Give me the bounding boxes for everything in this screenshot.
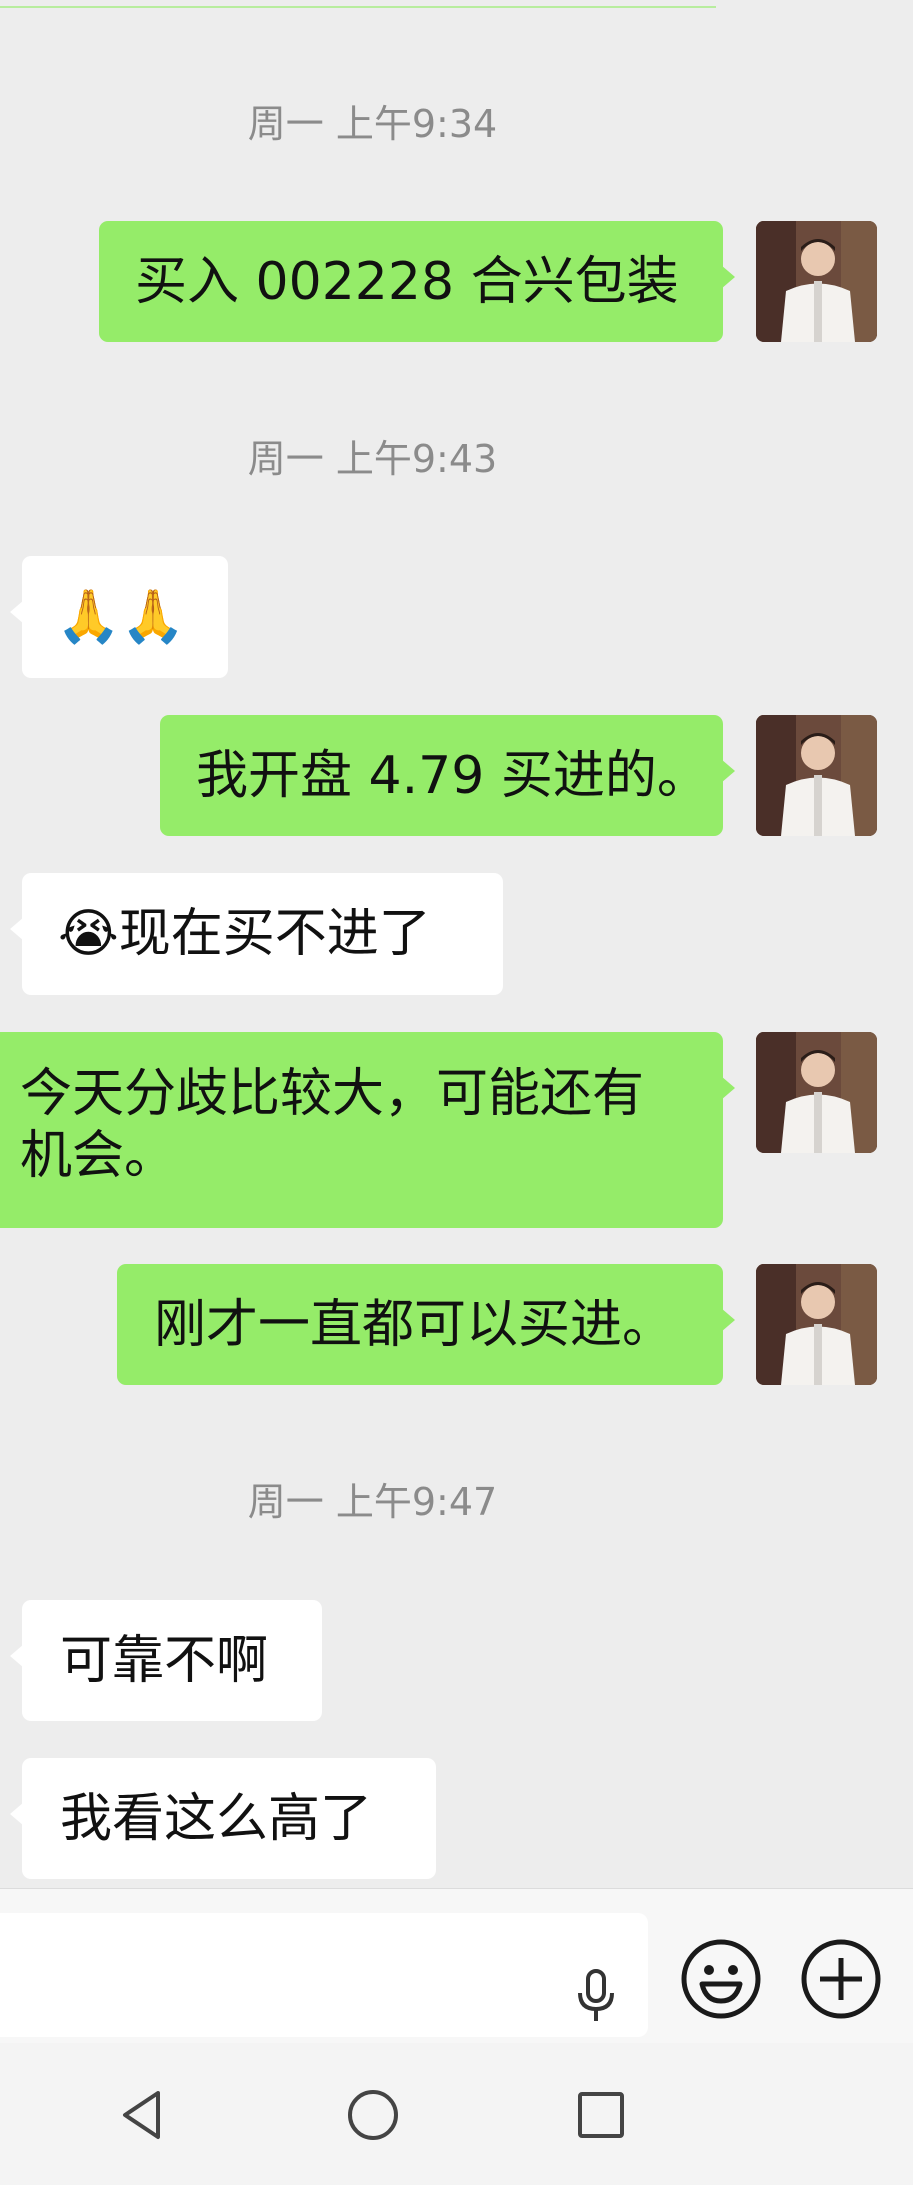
avatar-image xyxy=(756,715,877,836)
clasped-hands-icon: 🙏🙏 xyxy=(56,587,186,647)
input-bar xyxy=(0,1888,913,2044)
message-input[interactable] xyxy=(0,1913,648,2037)
message-text: 买入 002228 合兴包装 xyxy=(135,251,679,312)
microphone-icon[interactable] xyxy=(566,1965,626,2025)
chat-area[interactable]: 周一 上午9:34 买入 002228 合兴包装 周一 上午9:43 🙏🙏 我开… xyxy=(0,0,913,1888)
avatar-image xyxy=(756,1032,877,1153)
user-avatar[interactable] xyxy=(756,1032,877,1153)
message-text: 我看这么高了 xyxy=(60,1788,373,1849)
incoming-message[interactable]: 😭现在买不进了 xyxy=(10,873,503,995)
avatar-image xyxy=(756,221,877,342)
message-text: 刚才一直都可以买进。 xyxy=(154,1294,675,1355)
incoming-message[interactable]: 🙏🙏 xyxy=(10,556,228,678)
incoming-message[interactable]: 我看这么高了 xyxy=(10,1758,436,1879)
message-text: 😭现在买不进了 xyxy=(58,904,431,964)
triangle-back-icon[interactable] xyxy=(113,2085,173,2145)
outgoing-message[interactable]: 我开盘 4.79 买进的。 xyxy=(160,715,735,836)
message-text: 可靠不啊 xyxy=(60,1630,269,1691)
incoming-message[interactable]: 可靠不啊 xyxy=(10,1600,322,1721)
user-avatar[interactable] xyxy=(756,1264,877,1385)
timestamp: 周一 上午9:43 xyxy=(247,437,498,481)
user-avatar[interactable] xyxy=(756,715,877,836)
user-avatar[interactable] xyxy=(756,221,877,342)
outgoing-message[interactable]: 买入 002228 合兴包装 xyxy=(99,221,735,342)
message-text-line: 机会。 xyxy=(20,1126,177,1186)
timestamp: 周一 上午9:34 xyxy=(247,102,498,146)
system-nav-bar xyxy=(0,2043,913,2185)
plus-circle-icon[interactable] xyxy=(800,1938,882,2020)
outgoing-message[interactable]: 刚才一直都可以买进。 xyxy=(117,1264,735,1385)
message-text: 我开盘 4.79 买进的。 xyxy=(196,745,709,806)
avatar-image xyxy=(756,1264,877,1385)
circle-home-icon[interactable] xyxy=(343,2085,403,2145)
message-text-line: 今天分歧比较大，可能还有 xyxy=(20,1064,645,1124)
smiley-icon[interactable] xyxy=(680,1938,762,2020)
outgoing-message[interactable]: 今天分歧比较大，可能还有 机会。 xyxy=(0,1032,735,1228)
square-recent-icon[interactable] xyxy=(571,2085,631,2145)
timestamp: 周一 上午9:47 xyxy=(247,1480,498,1524)
